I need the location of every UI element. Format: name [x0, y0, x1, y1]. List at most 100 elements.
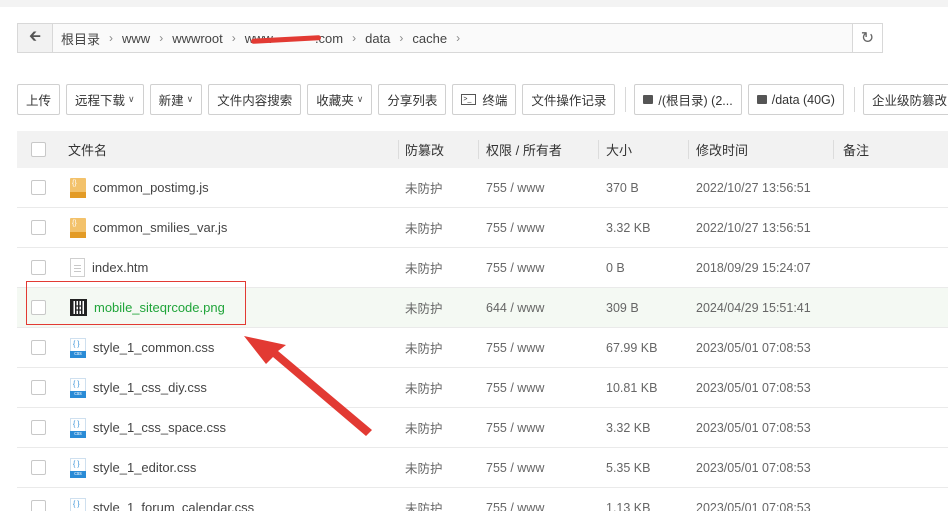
permission[interactable]: 644 / www — [486, 301, 544, 315]
file-size: 3.32 KB — [606, 420, 651, 435]
protect-status[interactable]: 未防护 — [405, 218, 443, 237]
remote-download-button[interactable]: 远程下载 ∨ — [66, 84, 144, 115]
row-checkbox[interactable] — [31, 300, 46, 315]
row-checkbox[interactable] — [31, 500, 46, 511]
protect-status[interactable]: 未防护 — [405, 298, 443, 317]
permission[interactable]: 755 / www — [486, 421, 544, 435]
protect-status[interactable]: 未防护 — [405, 498, 443, 511]
file-size: 5.35 KB — [606, 460, 651, 475]
refresh-button[interactable]: ↻ — [852, 24, 882, 52]
chevron-right-icon: › — [109, 31, 114, 45]
header-protect[interactable]: 防篡改 — [405, 140, 444, 159]
remote-download-label: 远程下载 — [75, 94, 126, 108]
modified-time: 2023/05/01 07:08:53 — [696, 380, 811, 395]
back-button[interactable]: 🡰 — [18, 24, 53, 52]
crumb-root[interactable]: 根目录 — [61, 29, 100, 48]
table-row[interactable]: style_1_common.css 未防护 755 / www 67.99 K… — [17, 328, 948, 368]
modified-time: 2018/09/29 15:24:07 — [696, 260, 811, 275]
crumb-www[interactable]: www — [122, 31, 150, 46]
file-name[interactable]: style_1_common.css — [93, 340, 214, 355]
file-size: 3.32 KB — [606, 220, 651, 235]
row-checkbox[interactable] — [31, 380, 46, 395]
table-row[interactable]: style_1_forum_calendar.css 未防护 755 / www… — [17, 488, 948, 511]
permission[interactable]: 755 / www — [486, 341, 544, 355]
favorites-label: 收藏夹 — [316, 94, 354, 108]
row-checkbox[interactable] — [31, 180, 46, 195]
file-name[interactable]: style_1_css_diy.css — [93, 380, 207, 395]
crumb-wwwroot[interactable]: wwwroot — [172, 31, 223, 46]
chevron-right-icon: › — [456, 31, 461, 45]
disk-icon — [643, 95, 654, 104]
file-size: 67.99 KB — [606, 340, 658, 355]
terminal-button[interactable]: >_ 终端 — [452, 84, 517, 115]
share-list-label: 分享列表 — [387, 94, 438, 108]
file-name[interactable]: common_postimg.js — [93, 180, 209, 195]
column-divider — [478, 140, 479, 159]
permission[interactable]: 755 / www — [486, 261, 544, 275]
protect-status[interactable]: 未防护 — [405, 338, 443, 357]
permission[interactable]: 755 / www — [486, 221, 544, 235]
row-checkbox[interactable] — [31, 260, 46, 275]
header-name[interactable]: 文件名 — [68, 140, 107, 159]
path-bar: 🡰 根目录 › www › wwwroot › www.com › data ›… — [17, 23, 883, 53]
header-size[interactable]: 大小 — [606, 140, 632, 159]
file-name[interactable]: common_smilies_var.js — [93, 220, 227, 235]
permission[interactable]: 755 / www — [486, 181, 544, 195]
toolbar-divider — [853, 87, 855, 112]
file-size: 1.13 KB — [606, 500, 651, 511]
row-checkbox[interactable] — [31, 420, 46, 435]
terminal-label: 终端 — [482, 94, 508, 108]
table-row[interactable]: style_1_css_diy.css 未防护 755 / www 10.81 … — [17, 368, 948, 408]
permission[interactable]: 755 / www — [486, 461, 544, 475]
crumb-cache[interactable]: cache — [412, 31, 447, 46]
toolbar-divider — [625, 87, 627, 112]
terminal-icon: >_ — [461, 94, 477, 105]
disk-root-button[interactable]: /(根目录) (2... — [634, 84, 742, 115]
table-row[interactable]: style_1_editor.css 未防护 755 / www 5.35 KB… — [17, 448, 948, 488]
select-all-checkbox[interactable] — [31, 142, 46, 157]
row-checkbox[interactable] — [31, 220, 46, 235]
file-name[interactable]: style_1_editor.css — [93, 460, 196, 475]
disk-data-label: /data (40G) — [771, 92, 835, 107]
table-row[interactable]: index.htm 未防护 755 / www 0 B 2018/09/29 1… — [17, 248, 948, 288]
crumb-site-redacted[interactable]: www.com — [245, 31, 343, 46]
disk-data-button[interactable]: /data (40G) — [747, 84, 844, 115]
favorites-button[interactable]: 收藏夹 ∨ — [307, 84, 373, 115]
operation-log-button[interactable]: 文件操作记录 — [522, 84, 616, 115]
file-size: 309 B — [606, 300, 639, 315]
header-perm[interactable]: 权限 / 所有者 — [486, 140, 562, 159]
header-mtime[interactable]: 修改时间 — [696, 140, 748, 159]
table-row[interactable]: common_smilies_var.js 未防护 755 / www 3.32… — [17, 208, 948, 248]
protect-status[interactable]: 未防护 — [405, 178, 443, 197]
file-name[interactable]: style_1_forum_calendar.css — [93, 500, 254, 511]
upload-label: 上传 — [26, 94, 52, 108]
crumb-data[interactable]: data — [365, 31, 390, 46]
breadcrumb: 根目录 › www › wwwroot › www.com › data › c… — [53, 29, 852, 48]
protect-status[interactable]: 未防护 — [405, 458, 443, 477]
protect-status[interactable]: 未防护 — [405, 258, 443, 277]
file-name[interactable]: index.htm — [92, 260, 148, 275]
row-checkbox[interactable] — [31, 460, 46, 475]
chevron-right-icon: › — [352, 31, 357, 45]
table-row[interactable]: common_postimg.js 未防护 755 / www 370 B 20… — [17, 168, 948, 208]
permission[interactable]: 755 / www — [486, 501, 544, 511]
new-button[interactable]: 新建 ∨ — [149, 84, 203, 115]
file-name[interactable]: style_1_css_space.css — [93, 420, 226, 435]
header-note[interactable]: 备注 — [843, 140, 869, 159]
file-name[interactable]: mobile_siteqrcode.png — [94, 300, 225, 315]
upload-button[interactable]: 上传 — [17, 84, 61, 115]
permission[interactable]: 755 / www — [486, 381, 544, 395]
table-row[interactable]: style_1_css_space.css 未防护 755 / www 3.32… — [17, 408, 948, 448]
row-checkbox[interactable] — [31, 340, 46, 355]
chevron-right-icon: › — [231, 31, 236, 45]
protect-status[interactable]: 未防护 — [405, 378, 443, 397]
column-divider — [688, 140, 689, 159]
enterprise-protect-button[interactable]: 企业级防篡改 — [862, 84, 948, 115]
file-size: 0 B — [606, 260, 625, 275]
content-search-label: 文件内容搜索 — [217, 94, 293, 108]
modified-time: 2023/05/01 07:08:53 — [696, 340, 811, 355]
protect-status[interactable]: 未防护 — [405, 418, 443, 437]
share-list-button[interactable]: 分享列表 — [378, 84, 447, 115]
table-row-highlighted[interactable]: mobile_siteqrcode.png 未防护 644 / www 309 … — [17, 288, 948, 328]
content-search-button[interactable]: 文件内容搜索 — [208, 84, 302, 115]
